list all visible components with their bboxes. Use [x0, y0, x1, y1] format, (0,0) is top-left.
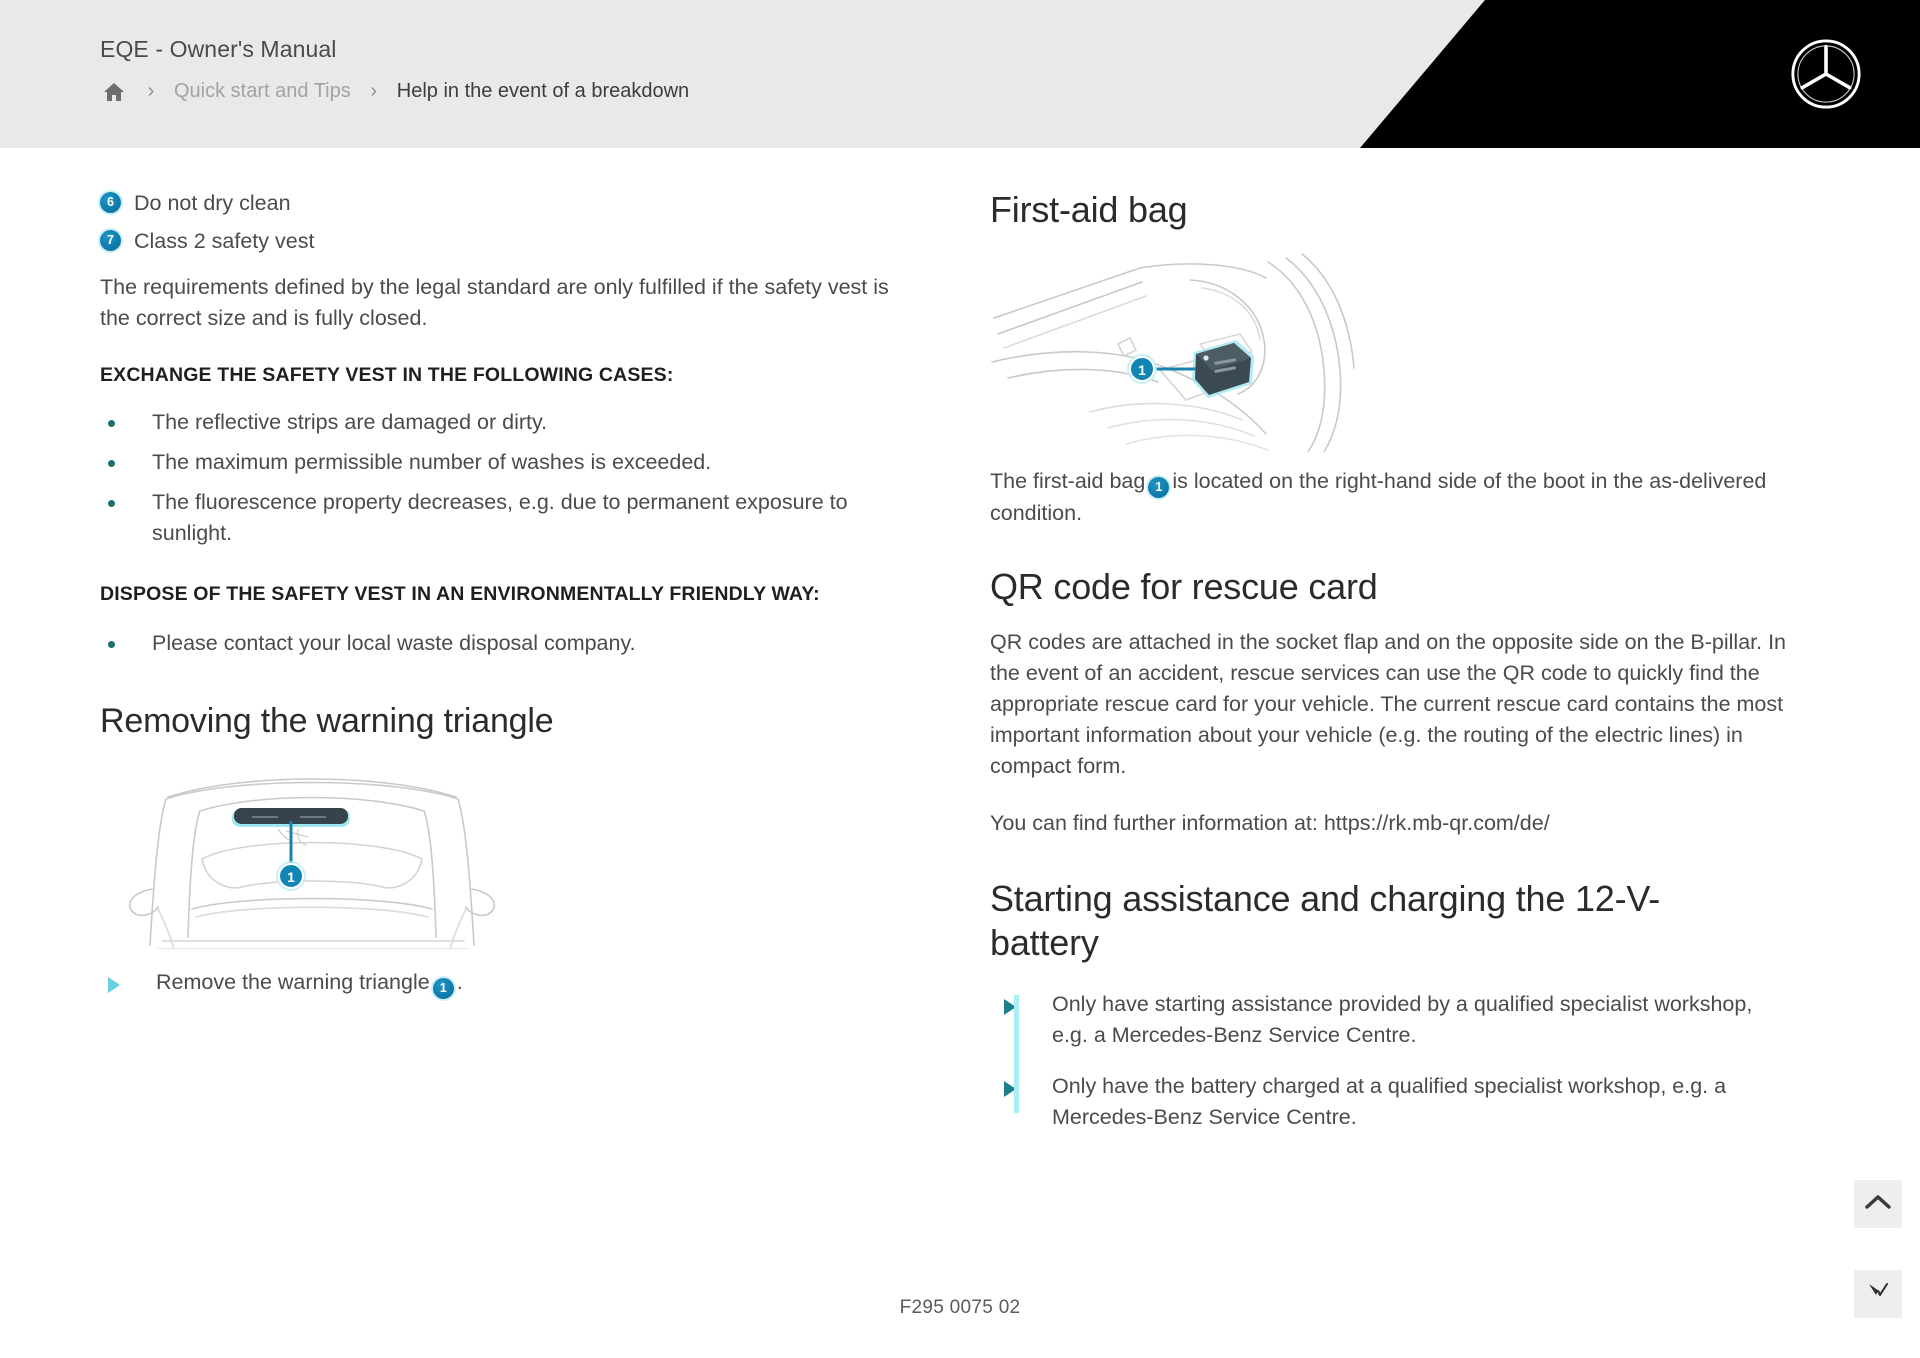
list-item: The fluorescence property decreases, e.g… [100, 487, 920, 549]
callout-badge: 7 [100, 230, 121, 251]
svg-text:1: 1 [287, 869, 295, 885]
list-item-label: Remove the warning triangle 1. [156, 967, 463, 999]
cursor-icon [1865, 1280, 1891, 1309]
list-item-label: The fluorescence property decreases, e.g… [152, 490, 848, 545]
left-column: 6 Do not dry clean 7 Class 2 safety vest… [100, 188, 920, 1019]
list-item: The reflective strips are damaged or dir… [100, 407, 920, 438]
exchange-bullet-list: The reflective strips are damaged or dir… [100, 407, 920, 549]
list-item-label: The reflective strips are damaged or dir… [152, 410, 548, 434]
first-aid-heading: First-aid bag [990, 189, 1188, 230]
breadcrumb: › Quick start and Tips › Help in the eve… [100, 80, 689, 103]
bullet-dot-icon [100, 487, 152, 507]
bullet-dot-icon [100, 407, 152, 427]
right-column: First-aid bag 1 The first-aid bag 1 is l… [990, 188, 1820, 1153]
legend-item: 6 Do not dry clean [100, 188, 920, 218]
bullet-dot-icon [100, 447, 152, 467]
step-text-prefix: Remove the warning triangle [156, 970, 430, 994]
list-item-label: The maximum permissible number of washes… [152, 450, 712, 474]
first-aid-text-before: The first-aid bag [990, 469, 1146, 493]
callout-badge: 1 [1148, 477, 1170, 498]
scroll-to-top-button[interactable] [1854, 1180, 1902, 1228]
warning-triangle-heading: Removing the warning triangle [100, 702, 554, 740]
breadcrumb-item-current: Help in the event of a breakdown [396, 80, 690, 102]
qr-code-paragraph: QR codes are attached in the socket flap… [990, 630, 1787, 778]
list-item: Remove the warning triangle 1. [94, 967, 920, 999]
intro-paragraph: The requirements defined by the legal st… [100, 275, 889, 330]
safety-vest-legend-list: 6 Do not dry clean 7 Class 2 safety vest [100, 188, 920, 256]
breadcrumb-separator-2: › [370, 80, 378, 102]
qr-code-heading: QR code for rescue card [990, 566, 1378, 607]
dispose-heading: DISPOSE OF THE SAFETY VEST IN AN ENVIRON… [100, 583, 820, 605]
callout-badge: 6 [100, 192, 121, 213]
breadcrumb-item-quick-start[interactable]: Quick start and Tips [174, 80, 351, 103]
list-item: Only have the battery charged at a quali… [990, 1071, 1820, 1133]
warning-triangle-figure: 1 [92, 759, 920, 949]
first-aid-paragraph: The first-aid bag 1 is located on the righ… [990, 466, 1810, 529]
step-text-suffix: . [456, 970, 463, 994]
step-arrow-icon [94, 967, 156, 993]
callout-badge: 1 [432, 978, 454, 999]
qr-code-link-paragraph: You can find further information at: htt… [990, 811, 1550, 835]
starting-assistance-heading: Starting assistance and charging the 12-… [990, 878, 1661, 963]
list-item: The maximum permissible number of washes… [100, 447, 920, 478]
manual-page: EQE - Owner's Manual › Quick start and T… [0, 0, 1920, 1358]
exchange-heading: EXCHANGE THE SAFETY VEST IN THE FOLLOWIN… [100, 364, 674, 386]
step-arrow-icon [990, 1071, 1052, 1097]
cursor-tool-button[interactable] [1854, 1270, 1902, 1318]
list-item-label: Only have starting assistance provided b… [1052, 992, 1753, 1047]
list-item-label: Only have the battery charged at a quali… [1052, 1074, 1727, 1129]
svg-text:1: 1 [1138, 362, 1146, 378]
legend-item-label: Do not dry clean [134, 191, 291, 215]
legend-item-label: Class 2 safety vest [134, 229, 315, 253]
mercedes-benz-star-logo [1791, 39, 1861, 109]
starting-assistance-step-list: Only have starting assistance provided b… [990, 989, 1820, 1133]
list-item: Please contact your local waste disposal… [100, 628, 920, 659]
page-title: EQE - Owner's Manual [100, 36, 337, 62]
chevron-up-icon [1865, 1194, 1891, 1215]
bullet-dot-icon [100, 628, 152, 648]
list-item-label: Please contact your local waste disposal… [152, 631, 636, 655]
page-header: EQE - Owner's Manual › Quick start and T… [0, 0, 1920, 148]
warning-triangle-step-list: Remove the warning triangle 1. [94, 967, 920, 999]
list-item: Only have starting assistance provided b… [990, 989, 1820, 1051]
home-icon[interactable] [100, 81, 128, 103]
legend-item: 7 Class 2 safety vest [100, 226, 920, 256]
document-code: F295 0075 02 [899, 1297, 1021, 1318]
dispose-bullet-list: Please contact your local waste disposal… [100, 628, 920, 659]
first-aid-figure: 1 [990, 252, 1820, 452]
breadcrumb-separator-1: › [147, 80, 155, 102]
step-arrow-icon [990, 989, 1052, 1015]
